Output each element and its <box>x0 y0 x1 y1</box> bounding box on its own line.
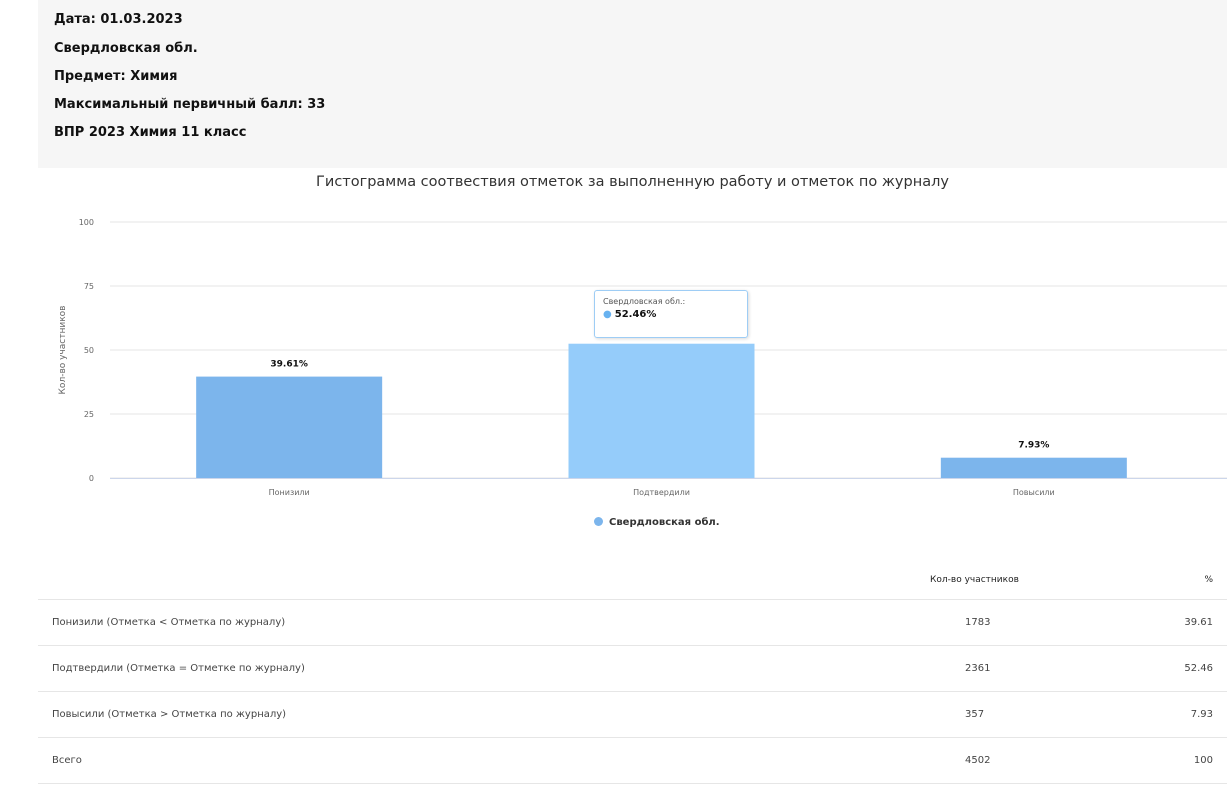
table-cell-count: 2361 <box>912 645 1165 692</box>
tooltip-series-name: Свердловская обл.: <box>603 297 686 306</box>
x-tick-label: Понизили <box>269 488 310 497</box>
table-cell-percent: 52.46 <box>1165 645 1227 692</box>
table-row: Понизили (Отметка < Отметка по журналу) … <box>38 599 1227 646</box>
y-axis-title: Кол-во участников <box>58 306 68 395</box>
summary-table: Кол-во участников % Понизили (Отметка < … <box>38 560 1227 784</box>
tooltip-value: ● 52.46% <box>603 309 739 320</box>
legend-label: Свердловская обл. <box>609 517 720 528</box>
table-cell-count: 1783 <box>912 599 1165 646</box>
table-cell-percent: 7.93 <box>1165 691 1227 738</box>
bar <box>196 376 383 478</box>
table-header-row: Кол-во участников % <box>38 560 1227 600</box>
bar-data-label: 39.61% <box>270 360 308 370</box>
chart-legend-item[interactable]: Свердловская обл. <box>594 517 720 531</box>
table-cell-label: Всего <box>38 737 912 784</box>
y-tick-label: 75 <box>84 282 94 291</box>
bar <box>568 343 755 478</box>
bar-chart: 0 25 50 75 100 Кол-во участников 39.61% Понизил… <box>58 218 1227 497</box>
tooltip-dot-icon: ● <box>603 309 612 320</box>
table-row: Повысили (Отметка > Отметка по журналу) … <box>38 691 1227 738</box>
table-cell-label: Повысили (Отметка > Отметка по журналу) <box>38 691 912 738</box>
table-cell-count: 357 <box>912 691 1165 738</box>
table-header-label <box>38 560 912 600</box>
table-row: Подтвердили (Отметка = Отметке по журнал… <box>38 645 1227 692</box>
table-cell-label: Понизили (Отметка < Отметка по журналу) <box>38 599 912 646</box>
table-header-count: Кол-во участников <box>912 560 1165 600</box>
y-tick-label: 25 <box>84 410 94 419</box>
chart-tooltip: Свердловская обл.: ● 52.46% <box>594 290 748 338</box>
x-tick-label: Подтвердили <box>633 488 690 497</box>
legend-dot-icon <box>594 517 603 526</box>
tooltip-value-text: 52.46% <box>614 309 657 320</box>
y-tick-label: 0 <box>89 474 94 483</box>
table-cell-percent: 100 <box>1165 737 1227 784</box>
table-header-percent: % <box>1165 560 1227 600</box>
y-tick-label: 100 <box>79 218 94 227</box>
table-cell-percent: 39.61 <box>1165 599 1227 646</box>
x-tick-label: Повысили <box>1013 488 1055 497</box>
y-tick-label: 50 <box>84 346 94 355</box>
table-cell-label: Подтвердили (Отметка = Отметке по журнал… <box>38 645 912 692</box>
bar <box>940 457 1127 478</box>
table-row-total: Всего 4502 100 <box>38 737 1227 784</box>
bar-data-label: 7.93% <box>1018 441 1049 451</box>
table-cell-count: 4502 <box>912 737 1165 784</box>
